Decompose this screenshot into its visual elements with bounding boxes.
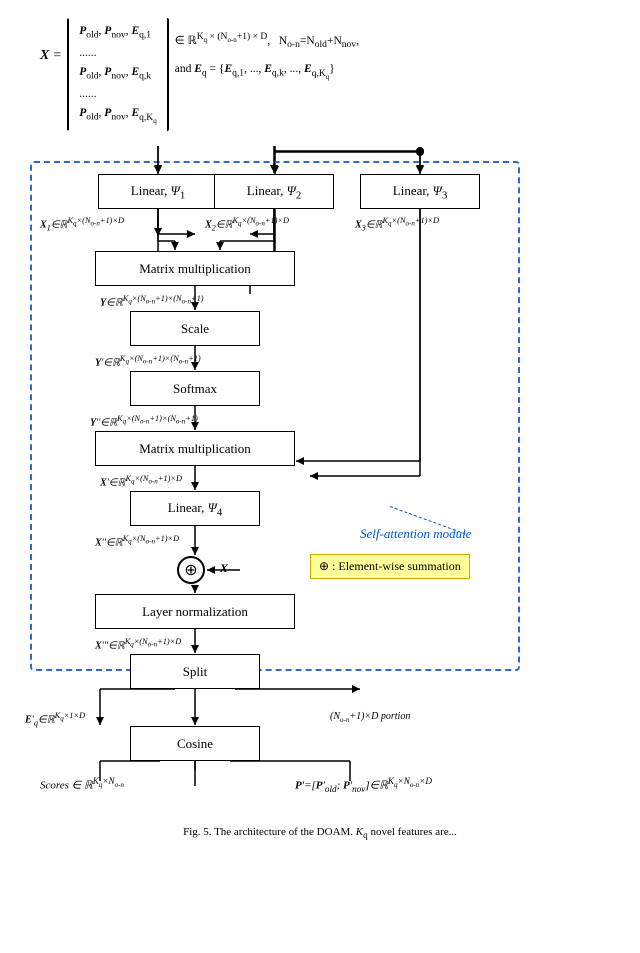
scale-box: Scale — [130, 311, 260, 346]
top-formula: X = Pold, Pnov, Eq,1 ...... Pold, Pnov, … — [20, 10, 620, 146]
p-prime-label: P'=[P'old; P'nov]∈ℝKq×No-n×D — [295, 776, 432, 794]
linear3-label: Linear, Ψ3 — [393, 183, 447, 202]
x1-label: X1∈ℝKq×(No-n+1)×D — [40, 216, 124, 232]
scale-label: Scale — [181, 321, 209, 337]
legend-text: : Element-wise summation — [332, 559, 461, 573]
matrix-left-bracket — [67, 18, 75, 131]
x3-label: X3∈ℝKq×(No-n+1)×D — [355, 216, 439, 232]
matrix-mult2-box: Matrix multiplication — [95, 431, 295, 466]
cosine-box: Cosine — [130, 726, 260, 761]
x2-label: X2∈ℝKq×(No-n+1)×D — [205, 216, 289, 232]
matrix-mult1-box: Matrix multiplication — [95, 251, 295, 286]
x-double-prime-label: X''∈ℝKq×(No-n+1)×D — [95, 534, 179, 548]
softmax-label: Softmax — [173, 381, 217, 397]
scores-label: Scores ∈ ℝKq×No-n — [40, 776, 124, 792]
linear2-label: Linear, Ψ2 — [247, 183, 301, 202]
diagram-area: Linear, Ψ1 Linear, Ψ2 Linear, Ψ3 X1∈ℝKq×… — [20, 146, 620, 906]
split-label: Split — [183, 664, 208, 680]
linear3-box: Linear, Ψ3 — [360, 174, 480, 209]
matrix-block: Pold, Pnov, Eq,1 ...... Pold, Pnov, Eq,k… — [67, 18, 168, 131]
linear4-label: Linear, Ψ4 — [168, 500, 222, 519]
matrix-rows: Pold, Pnov, Eq,1 ...... Pold, Pnov, Eq,k… — [75, 18, 160, 131]
split-box: Split — [130, 654, 260, 689]
circle-plus: ⊕ — [177, 556, 205, 584]
rhs-line1: ∈ ℝKq × (No-n+1) × D, No-n=Nold+Nnov, — [175, 28, 359, 53]
layer-norm-box: Layer normalization — [95, 594, 295, 629]
x-back-label: X — [220, 561, 228, 576]
matrix-row-3: Pold, Pnov, Eq,Kq — [79, 104, 156, 127]
y-label: Y∈ℝKq×(No-n+1)×(No-n+1) — [100, 294, 204, 308]
matrix-row-1: Pold, Pnov, Eq,1 — [79, 22, 151, 44]
caption-text: Fig. 5. The architecture of the DOAM. Kq… — [183, 826, 457, 838]
matrix-row-dots1: ...... — [79, 44, 96, 64]
matrix-mult1-label: Matrix multiplication — [139, 261, 251, 277]
linear2-box: Linear, Ψ2 — [214, 174, 334, 209]
formula-x-label: X = — [40, 48, 61, 64]
x-prime-label: X'∈ℝKq×(No-n+1)×D — [100, 474, 182, 488]
figure-caption: Fig. 5. The architecture of the DOAM. Kq… — [20, 826, 620, 840]
cosine-label: Cosine — [177, 736, 213, 752]
linear1-box: Linear, Ψ1 — [98, 174, 218, 209]
p-split-right: (No-n+1)×D portion — [330, 711, 410, 724]
linear1-label: Linear, Ψ1 — [131, 183, 185, 202]
y-prime-label: Y'∈ℝKq×(No-n+1)×(No-n+1) — [95, 354, 201, 368]
softmax-box: Softmax — [130, 371, 260, 406]
main-container: X = Pold, Pnov, Eq,1 ...... Pold, Pnov, … — [0, 0, 640, 946]
x-variable: X — [40, 48, 49, 64]
matrix-row-dots2: ...... — [79, 85, 96, 105]
x-triple-prime-label: X'''∈ℝKq×(No-n+1)×D — [95, 637, 181, 651]
legend-symbol: ⊕ — [319, 559, 329, 573]
rhs-line2: and Eq = {Eq,1, ..., Eq,k, ..., Eq,Kq} — [175, 59, 359, 83]
matrix-mult2-label: Matrix multiplication — [139, 441, 251, 457]
equals-sign: = — [53, 48, 61, 64]
eq-prime-label: E'q∈ℝKq×1×D — [25, 711, 85, 727]
matrix-right-bracket — [161, 18, 169, 131]
y-double-prime-label: Y''∈ℝKq×(No-n+1)×(No-n+1) — [90, 414, 198, 428]
formula-rhs: ∈ ℝKq × (No-n+1) × D, No-n=Nold+Nnov, an… — [175, 28, 359, 83]
matrix-row-2: Pold, Pnov, Eq,k — [79, 63, 151, 85]
linear4-box: Linear, Ψ4 — [130, 491, 260, 526]
layer-norm-label: Layer normalization — [142, 604, 248, 620]
legend-box: ⊕ : Element-wise summation — [310, 554, 470, 579]
